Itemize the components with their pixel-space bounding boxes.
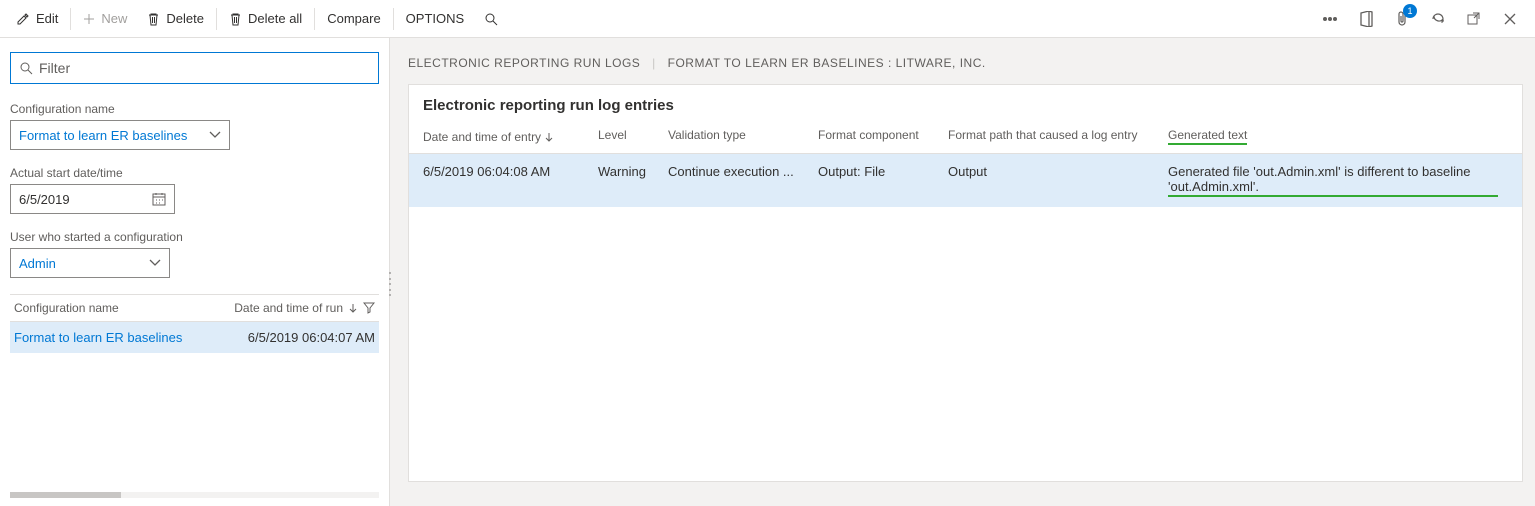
close-icon[interactable]	[1501, 10, 1519, 28]
compare-label: Compare	[327, 11, 380, 26]
sort-down-icon	[349, 303, 357, 313]
col-config-name[interactable]: Configuration name	[14, 301, 218, 315]
col-level[interactable]: Level	[598, 128, 668, 145]
user-select[interactable]: Admin	[10, 248, 170, 278]
col-run-date[interactable]: Date and time of run	[218, 301, 375, 315]
log-entries-panel: Electronic reporting run log entries Dat…	[408, 84, 1523, 482]
user-label: User who started a configuration	[10, 230, 379, 244]
breadcrumb: ELECTRONIC REPORTING RUN LOGS | FORMAT T…	[408, 56, 1523, 70]
cell-validation-type: Continue execution ...	[668, 164, 818, 179]
new-button[interactable]: New	[73, 1, 137, 37]
breadcrumb-current: FORMAT TO LEARN ER BASELINES : LITWARE, …	[668, 56, 986, 70]
calendar-icon	[152, 192, 166, 206]
start-date-label: Actual start date/time	[10, 166, 379, 180]
find-button[interactable]	[474, 1, 514, 37]
start-date-input[interactable]: 6/5/2019	[10, 184, 175, 214]
ext-icon[interactable]	[1321, 10, 1339, 28]
col-format-component[interactable]: Format component	[818, 128, 948, 145]
content-pane: ELECTRONIC REPORTING RUN LOGS | FORMAT T…	[390, 38, 1535, 506]
config-name-value: Format to learn ER baselines	[19, 128, 187, 143]
edit-button[interactable]: Edit	[6, 1, 68, 37]
user-value: Admin	[19, 256, 56, 271]
search-icon	[19, 61, 33, 75]
col-date[interactable]: Date and time of entry	[423, 128, 598, 145]
filter-pane: Configuration name Format to learn ER ba…	[0, 38, 390, 506]
row-config-name: Format to learn ER baselines	[14, 330, 218, 345]
splitter-handle[interactable]	[386, 272, 394, 296]
col-validation-type[interactable]: Validation type	[668, 128, 818, 145]
filter-icon[interactable]	[363, 302, 375, 314]
plus-icon	[83, 13, 95, 25]
log-table-header: Date and time of entry Level Validation …	[409, 128, 1522, 154]
trash-icon	[229, 12, 242, 26]
cell-generated-text: Generated file 'out.Admin.xml' is differ…	[1168, 164, 1508, 197]
options-button[interactable]: OPTIONS	[396, 1, 475, 37]
trash-icon	[147, 12, 160, 26]
delete-label: Delete	[166, 11, 204, 26]
breadcrumb-separator: |	[652, 56, 656, 70]
col-generated-text[interactable]: Generated text	[1168, 128, 1508, 145]
chevron-down-icon	[209, 131, 221, 139]
office-icon[interactable]	[1357, 10, 1375, 28]
panel-title: Electronic reporting run log entries	[409, 85, 1522, 128]
toolbar-separator	[393, 8, 394, 30]
cell-date: 6/5/2019 06:04:08 AM	[423, 164, 598, 179]
delete-all-button[interactable]: Delete all	[219, 1, 312, 37]
config-name-label: Configuration name	[10, 102, 379, 116]
new-label: New	[101, 11, 127, 26]
notification-badge: 1	[1403, 4, 1417, 18]
filter-input[interactable]	[39, 60, 370, 76]
toolbar-separator	[314, 8, 315, 30]
cell-format-component: Output: File	[818, 164, 948, 179]
command-bar: Edit New Delete Delete all Compare OPTIO…	[0, 0, 1535, 38]
toolbar-separator	[70, 8, 71, 30]
col-format-path[interactable]: Format path that caused a log entry	[948, 128, 1168, 145]
main-layout: Configuration name Format to learn ER ba…	[0, 38, 1535, 506]
runs-grid-header: Configuration name Date and time of run	[10, 294, 379, 322]
config-name-select[interactable]: Format to learn ER baselines	[10, 120, 230, 150]
global-controls: 1	[1321, 10, 1529, 28]
start-date-value: 6/5/2019	[19, 192, 70, 207]
sort-down-icon	[545, 132, 553, 142]
delete-button[interactable]: Delete	[137, 1, 214, 37]
cell-format-path: Output	[948, 164, 1168, 179]
config-name-field: Configuration name Format to learn ER ba…	[10, 102, 379, 150]
chevron-down-icon	[149, 259, 161, 267]
refresh-icon[interactable]	[1429, 10, 1447, 28]
row-run-date: 6/5/2019 06:04:07 AM	[218, 330, 375, 345]
edit-label: Edit	[36, 11, 58, 26]
side-hscroll[interactable]	[10, 492, 379, 500]
compare-button[interactable]: Compare	[317, 1, 390, 37]
user-field: User who started a configuration Admin	[10, 230, 379, 278]
cell-level: Warning	[598, 164, 668, 179]
search-icon	[484, 12, 498, 26]
options-label: OPTIONS	[406, 11, 465, 26]
toolbar-separator	[216, 8, 217, 30]
popout-icon[interactable]	[1465, 10, 1483, 28]
delete-all-label: Delete all	[248, 11, 302, 26]
attachment-icon[interactable]: 1	[1393, 10, 1411, 28]
pencil-icon	[16, 12, 30, 26]
breadcrumb-root[interactable]: ELECTRONIC REPORTING RUN LOGS	[408, 56, 640, 70]
runs-grid-row[interactable]: Format to learn ER baselines 6/5/2019 06…	[10, 322, 379, 353]
filter-field[interactable]	[10, 52, 379, 84]
start-date-field: Actual start date/time 6/5/2019	[10, 166, 379, 214]
log-table-row[interactable]: 6/5/2019 06:04:08 AM Warning Continue ex…	[409, 154, 1522, 207]
